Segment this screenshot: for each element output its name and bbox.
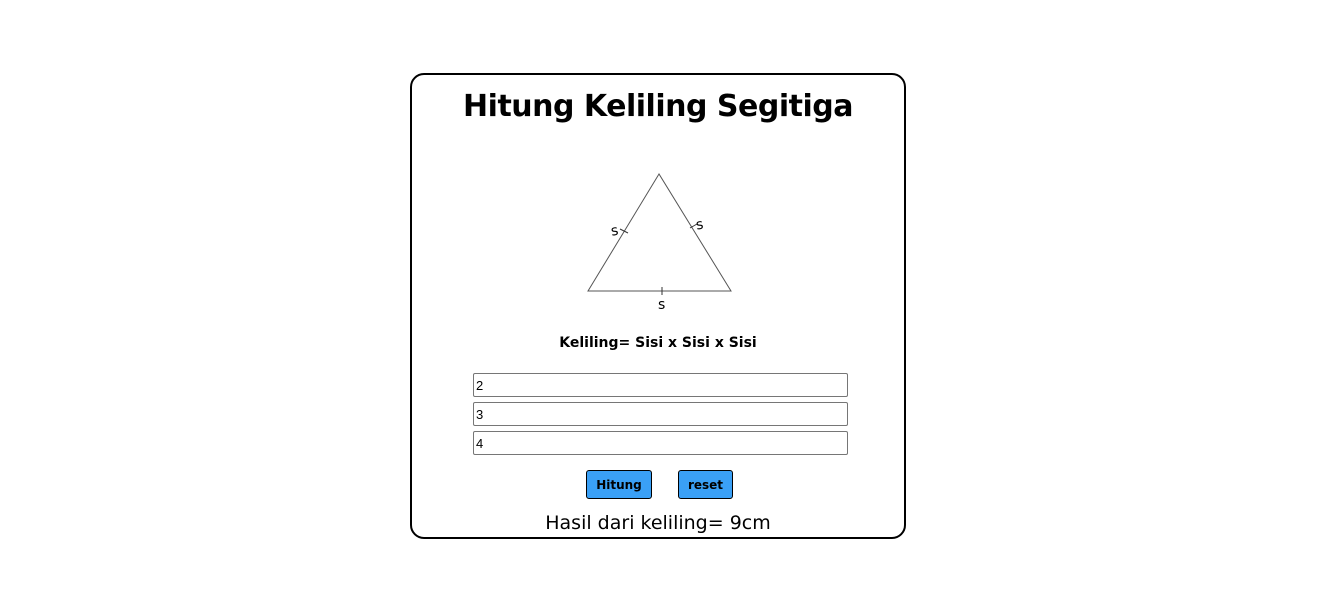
calculator-card: Hitung Keliling Segitiga s s s Keliling=…: [410, 73, 906, 539]
left-side-label: s: [610, 223, 620, 240]
page-title: Hitung Keliling Segitiga: [463, 89, 853, 124]
side-2-input[interactable]: [473, 402, 848, 426]
formula-text: Keliling= Sisi x Sisi x Sisi: [559, 335, 757, 351]
reset-button[interactable]: reset: [678, 470, 733, 499]
side-3-input[interactable]: [473, 431, 848, 455]
side-1-input[interactable]: [473, 373, 848, 397]
triangle-shape: [587, 173, 732, 292]
side-inputs: [473, 373, 848, 460]
right-side-label: s: [695, 217, 705, 234]
triangle-diagram: s s s: [582, 171, 742, 311]
bottom-side-label: s: [658, 297, 665, 311]
triangle-figure: s s s: [587, 173, 732, 311]
result-text: Hasil dari keliling= 9cm: [545, 512, 771, 534]
hitung-button[interactable]: Hitung: [586, 470, 652, 499]
